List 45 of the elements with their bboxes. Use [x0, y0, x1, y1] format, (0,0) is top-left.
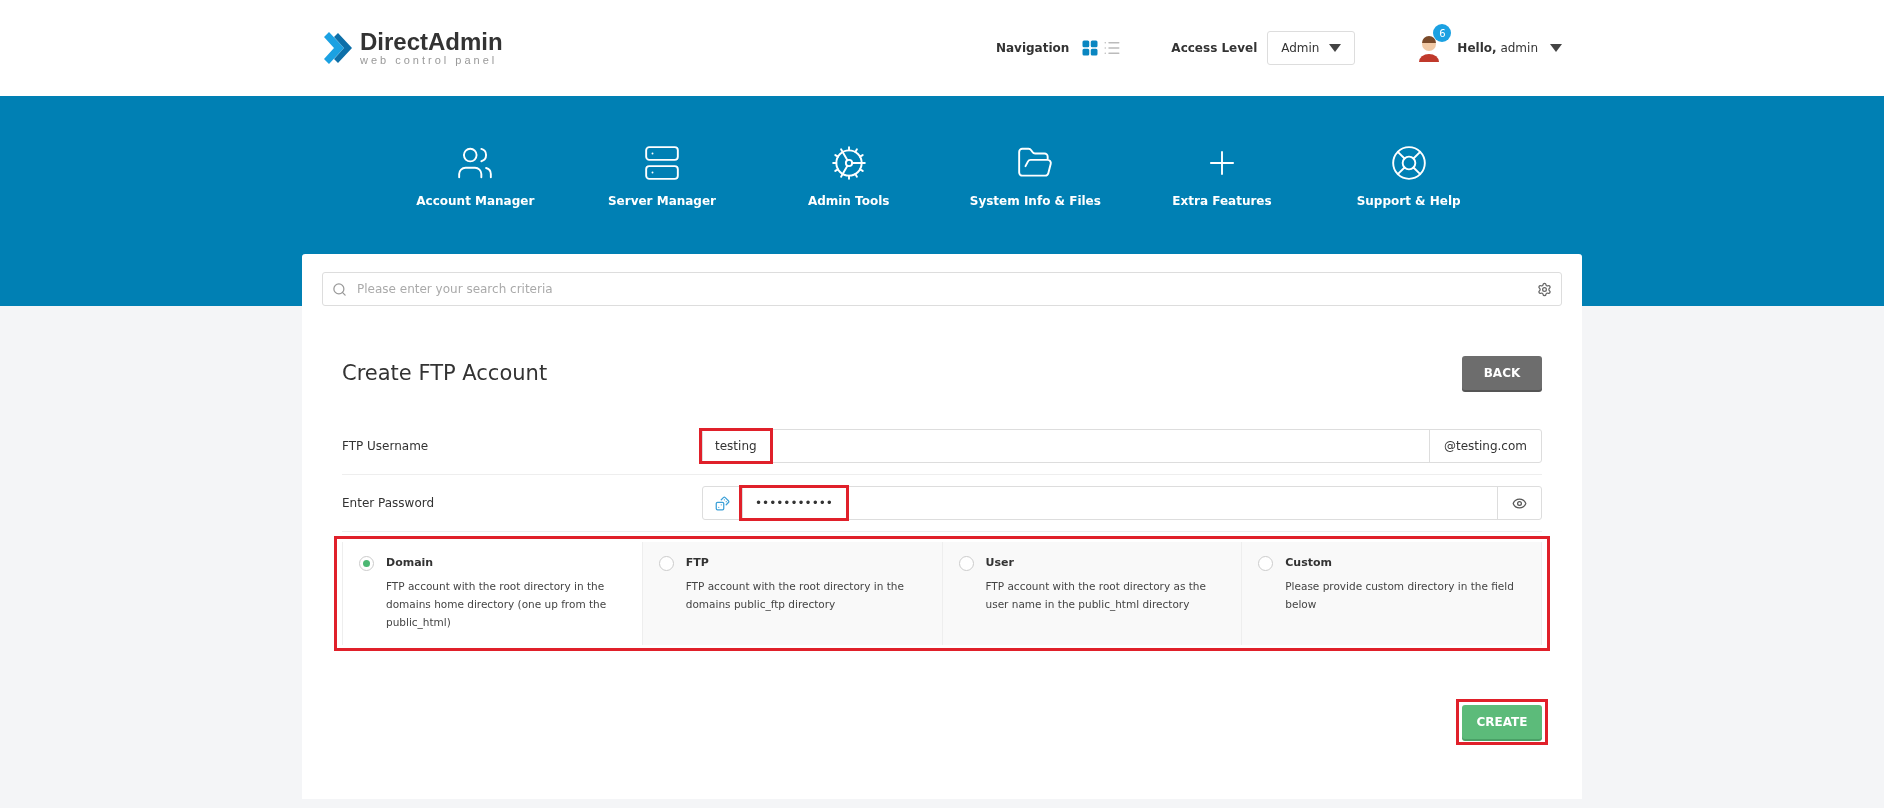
menu-item[interactable]: Support & Help	[1315, 144, 1502, 208]
option-title: FTP	[685, 556, 710, 569]
notification-badge: 6	[1433, 24, 1452, 42]
menu-item[interactable]: Account Manager	[382, 144, 569, 208]
user-menu-caret-icon	[1550, 44, 1562, 52]
lifebuoy-icon	[1389, 144, 1428, 182]
menu-item[interactable]: System Info & Files	[942, 144, 1129, 208]
search-field[interactable]: Please enter your search criteria	[322, 272, 1562, 306]
eye-icon[interactable]	[1512, 495, 1527, 511]
menu-item[interactable]: Admin Tools	[755, 144, 942, 208]
radio-button[interactable]	[1258, 556, 1274, 571]
option-title: User	[985, 556, 1015, 569]
settings-icon[interactable]	[1537, 282, 1552, 297]
directory-option[interactable]: Custom Please provide custom directory in the field below	[1242, 542, 1542, 645]
option-description: Please provide custom directory in the field below	[1285, 579, 1515, 612]
server-icon	[643, 144, 681, 182]
access-level-select[interactable]: Admin	[1267, 31, 1356, 65]
dice-icon[interactable]	[715, 495, 730, 511]
directory-option[interactable]: FTP FTP account with the root directory in the domains public_ftp directory	[642, 542, 943, 645]
domain-suffix: @testing.com	[1428, 430, 1541, 462]
directory-option[interactable]: User FTP account with the root directory as the user name in the public_html directory	[942, 542, 1243, 645]
menu-item[interactable]: Server Manager	[568, 144, 756, 208]
search-icon	[332, 282, 347, 297]
option-description: FTP account with the root directory in the domains home directory (one up from the public_html)	[386, 579, 608, 631]
logo-tagline: web control panel	[360, 54, 499, 66]
page-title: Create FTP Account	[342, 361, 548, 385]
access-level-label: Access Level	[1171, 41, 1258, 55]
radio-button[interactable]	[658, 556, 674, 571]
field-label: FTP Username	[342, 439, 430, 453]
option-description: FTP account with the root directory as the user name in the public_html directory	[985, 579, 1207, 613]
menu-item[interactable]: Extra Features	[1128, 144, 1316, 208]
radio-button[interactable]	[359, 556, 374, 571]
logo-icon	[322, 31, 352, 65]
caret-icon	[1329, 44, 1342, 52]
option-title: Custom	[1285, 556, 1333, 569]
radio-button[interactable]	[958, 556, 974, 571]
logo-name: DirectAdmin	[360, 30, 503, 54]
back-button[interactable]: BACK	[1462, 356, 1542, 390]
password-field[interactable]: •••••••••••	[702, 486, 1542, 520]
option-title: Domain	[386, 556, 435, 569]
username-field[interactable]: testing @testing.com	[702, 429, 1542, 463]
navigation-label: Navigation	[995, 41, 1070, 55]
user-greeting[interactable]: Hello, admin	[1457, 41, 1538, 55]
option-description: FTP account with the root directory in the domains public_ftp directory	[685, 579, 905, 613]
field-label: Enter Password	[342, 496, 436, 510]
